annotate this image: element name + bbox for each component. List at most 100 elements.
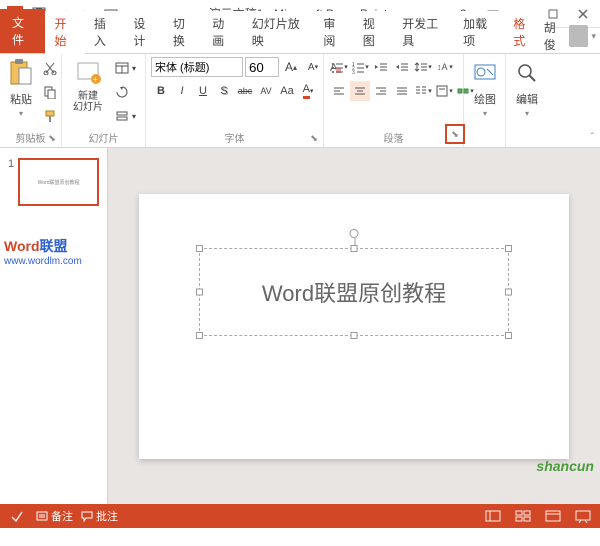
tab-design[interactable]: 设计 [124,11,163,53]
decrease-indent-button[interactable] [371,57,391,77]
tab-review[interactable]: 审阅 [314,11,353,53]
sorter-view-icon[interactable] [512,507,534,525]
tab-file[interactable]: 文件 [0,9,45,53]
justify-icon [395,84,409,98]
group-slides: + 新建 幻灯片 ▾ ▾ 幻灯片 [62,54,146,147]
paste-button[interactable]: 粘贴 ▾ [5,57,37,118]
notes-button[interactable]: 备注 [36,508,73,524]
slides-label: 幻灯片 [67,128,140,145]
slide-canvas[interactable]: Word联盟原创教程 [139,194,569,459]
comments-button[interactable]: 批注 [81,508,118,524]
normal-view-icon[interactable] [482,507,504,525]
paragraph-launcher-icon[interactable]: ⬊ [445,124,465,144]
align-left-button[interactable] [329,81,349,101]
char-spacing-button[interactable]: AV [256,81,276,101]
group-editing: 编辑 ▾ [506,54,548,147]
font-color-button[interactable]: A▾ [298,81,318,101]
font-launcher-icon[interactable]: ⬊ [307,131,321,145]
title-textbox[interactable]: Word联盟原创教程 [199,248,509,336]
paste-label: 粘贴 [10,91,32,107]
textbox-content[interactable]: Word联盟原创教程 [262,276,446,308]
bold-button[interactable]: B [151,81,171,101]
change-case-button[interactable]: Aa [277,81,297,101]
status-bar: 备注 批注 [0,504,600,528]
user-name[interactable]: 胡俊 [544,19,565,53]
comments-icon [81,510,93,522]
resize-handle[interactable] [351,245,358,252]
tab-addins[interactable]: 加载项 [454,11,504,53]
slide-thumbnail[interactable]: Word联盟原创教程 [18,158,99,206]
tab-transitions[interactable]: 切换 [164,11,203,53]
svg-text:3: 3 [352,70,355,74]
reset-button[interactable] [112,81,139,103]
slide-area[interactable]: Word联盟原创教程 [108,148,600,504]
reading-view-icon[interactable] [542,507,564,525]
bullets-button[interactable]: ▾ [329,57,349,77]
rotate-handle-icon[interactable] [350,229,359,238]
copy-button[interactable] [40,81,60,103]
paste-icon [5,57,37,89]
tab-insert[interactable]: 插入 [85,11,124,53]
align-text-icon [435,84,449,98]
corner-watermark: shancun [536,458,594,474]
tab-slideshow[interactable]: 幻灯片放映 [243,11,315,53]
align-right-icon [374,84,388,98]
tab-home[interactable]: 开始 [45,11,84,54]
font-name-input[interactable] [151,57,243,77]
columns-button[interactable]: ▾ [413,81,433,101]
bullets-icon [330,60,344,74]
collapse-ribbon-icon[interactable]: ˆ [591,132,594,143]
increase-font-button[interactable]: A▴ [281,57,301,77]
format-painter-icon [43,109,57,123]
align-center-button[interactable] [350,81,370,101]
increase-indent-button[interactable] [392,57,412,77]
tab-developer[interactable]: 开发工具 [393,11,454,53]
spellcheck-icon[interactable] [6,507,28,525]
layout-button[interactable]: ▾ [112,57,139,79]
font-size-input[interactable] [245,57,279,77]
tab-animations[interactable]: 动画 [203,11,242,53]
group-clipboard: 粘贴 ▾ 剪贴板 ⬊ [0,54,62,147]
resize-handle[interactable] [505,332,512,339]
resize-handle[interactable] [196,332,203,339]
align-right-button[interactable] [371,81,391,101]
copy-icon [43,85,57,99]
resize-handle[interactable] [196,288,203,295]
tab-format[interactable]: 格式 [504,11,543,53]
resize-handle[interactable] [505,245,512,252]
decrease-indent-icon [374,60,388,74]
shadow-button[interactable]: S [214,81,234,101]
line-spacing-button[interactable]: ▾ [413,57,433,77]
clipboard-launcher-icon[interactable]: ⬊ [45,131,59,145]
cut-button[interactable] [40,57,60,79]
resize-handle[interactable] [196,245,203,252]
slideshow-view-icon[interactable] [572,507,594,525]
format-painter-button[interactable] [40,105,60,127]
italic-button[interactable]: I [172,81,192,101]
svg-text:+: + [93,75,98,84]
strike-button[interactable]: abc [235,81,255,101]
editing-button[interactable]: 编辑 ▾ [511,57,543,118]
align-text-button[interactable]: ▾ [434,81,454,101]
svg-text:↕A: ↕A [437,62,448,72]
text-direction-button[interactable]: ↕A▾ [434,57,454,77]
numbering-button[interactable]: 123▾ [350,57,370,77]
text-direction-icon: ↕A [435,60,449,74]
thumbnail-pane[interactable]: 1 Word联盟原创教程 Word联盟 www.wordlm.com [0,148,108,504]
underline-button[interactable]: U [193,81,213,101]
section-button[interactable]: ▾ [112,105,139,127]
smartart-icon [456,84,470,98]
resize-handle[interactable] [351,332,358,339]
justify-button[interactable] [392,81,412,101]
increase-indent-icon [395,60,409,74]
user-avatar[interactable] [569,25,588,47]
align-left-icon [332,84,346,98]
decrease-font-button[interactable]: A▾ [303,57,323,77]
resize-handle[interactable] [505,288,512,295]
smartart-button[interactable]: ▾ [455,81,475,101]
font-label: 字体 [151,128,318,145]
new-slide-button[interactable]: + 新建 幻灯片 [67,57,109,113]
ribbon-tabs: 文件 开始 插入 设计 切换 动画 幻灯片放映 审阅 视图 开发工具 加载项 格… [0,28,600,54]
tab-view[interactable]: 视图 [354,11,393,53]
group-font: A▴ A▾ A B I U S abc AV Aa A▾ 字体 ⬊ [146,54,324,147]
